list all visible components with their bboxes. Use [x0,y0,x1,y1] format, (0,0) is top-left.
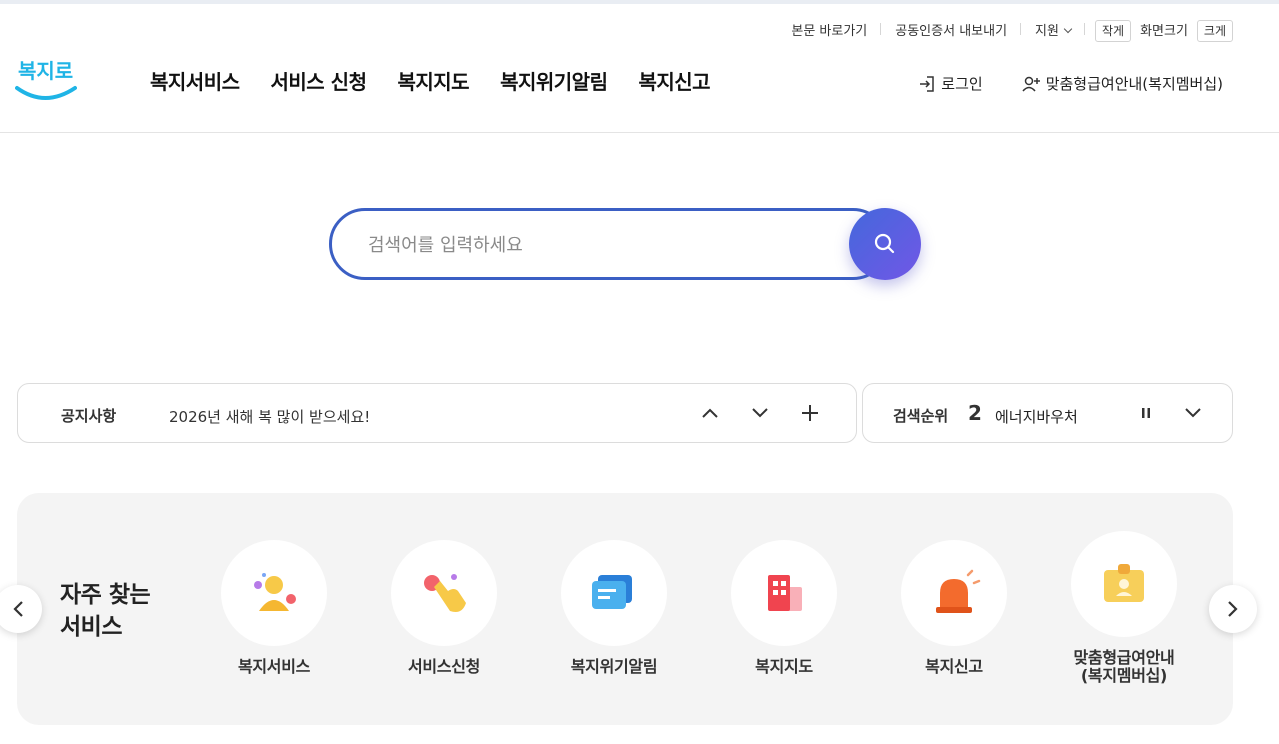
support-dropdown[interactable]: 지원 [1021,20,1085,39]
search-input[interactable] [368,231,828,259]
frequent-services-title: 자주 찾는 서비스 [60,579,151,643]
login-link[interactable]: 로그인 [918,73,983,94]
service-label: 복지서비스 [237,657,311,676]
header-divider [0,132,1279,133]
notice-more-button[interactable] [798,401,822,425]
zoom-large-button[interactable]: 크게 [1196,20,1233,42]
service-item-welfare-map[interactable]: 복지지도 [699,540,869,676]
hand-tap-icon [424,574,466,612]
service-label-multiline: 맞춤형급여안내 (복지멤버십) [1039,649,1209,685]
service-item-welfare-report[interactable]: 복지신고 [869,540,1039,676]
chevron-left-icon [13,601,23,617]
zoom-label: 화면크기 [1140,24,1188,39]
building-icon [768,575,802,611]
skip-to-content-link[interactable]: 본문 바로가기 [777,20,882,39]
pause-icon [1142,408,1150,418]
header-account-links: 로그인 맞춤형급여안내(복지멤버십) [918,73,1223,94]
search-area [329,208,921,280]
service-circle [561,540,667,646]
service-label: 복지신고 [925,657,983,676]
rank-number: 2 [968,401,982,425]
export-cert-link[interactable]: 공동인증서 내보내기 [881,20,1021,39]
chevron-down-icon [1063,24,1073,34]
service-label: 복지위기알림 [570,657,658,676]
service-item-apply[interactable]: 서비스신청 [359,540,529,676]
service-circle [731,540,837,646]
rank-pause-button[interactable] [1134,401,1158,425]
utility-bar: 본문 바로가기 공동인증서 내보내기 지원 작게 화면크기 크게 [777,20,1233,42]
service-item-welfare[interactable]: 복지서비스 [189,540,359,676]
service-circle [901,540,1007,646]
service-label-line1: 맞춤형급여안내 [1073,648,1175,667]
nav-welfare-map[interactable]: 복지지도 [397,66,469,95]
nav-service-apply[interactable]: 서비스 신청 [271,66,367,95]
message-icon [592,575,632,609]
search-box [329,208,889,280]
logo-mark-icon: 복지로 [15,59,77,100]
service-item-membership[interactable]: 맞춤형급여안내 (복지멤버십) [1039,531,1209,685]
id-card-icon [1104,564,1144,602]
frequent-title-line2: 서비스 [60,614,122,640]
support-label: 지원 [1035,24,1059,39]
notice-bar: 공지사항 2026년 새해 복 많이 받으세요! [17,383,857,443]
main-nav: 복지서비스 서비스 신청 복지지도 복지위기알림 복지신고 [150,66,711,95]
login-icon [920,75,935,92]
service-circle [221,540,327,646]
site-logo[interactable]: 복지로 [15,52,77,104]
rank-expand-button[interactable] [1181,401,1205,425]
rank-keyword-link[interactable]: 에너지바우처 [995,406,1078,427]
siren-icon [936,569,981,613]
logo-text: 복지로 [18,59,73,83]
service-label-line2: (복지멤버십) [1080,666,1168,685]
notice-next-button[interactable] [748,401,772,425]
notice-prev-button[interactable] [698,401,722,425]
top-accent-bar [0,0,1279,4]
service-label: 복지지도 [755,657,813,676]
frequent-services-panel: 자주 찾는 서비스 복지서비스 서비스신청 복지위기알림 복지지도 복지신고 맞… [17,493,1233,725]
notice-text-link[interactable]: 2026년 새해 복 많이 받으세요! [169,406,370,427]
membership-label: 맞춤형급여안내(복지멤버십) [1045,75,1223,93]
notice-title: 공지사항 [61,407,117,425]
service-item-crisis-alert[interactable]: 복지위기알림 [529,540,699,676]
frequent-title-line1: 자주 찾는 [60,582,151,608]
service-circle [391,540,497,646]
service-circle [1071,531,1177,637]
nav-crisis-alert[interactable]: 복지위기알림 [500,66,608,95]
chevron-down-icon [1185,408,1201,418]
chevron-up-icon [702,408,718,418]
search-rank-bar: 검색순위 2 에너지바우처 [862,383,1233,443]
rank-title: 검색순위 [893,407,949,425]
zoom-small-button[interactable]: 작게 [1094,20,1132,42]
user-add-icon [1022,76,1040,92]
membership-link[interactable]: 맞춤형급여안내(복지멤버십) [1021,73,1223,94]
search-icon [874,233,895,254]
carousel-next-button[interactable] [1209,585,1257,633]
plus-icon [802,405,818,421]
zoom-controls: 작게 화면크기 크게 [1085,20,1233,42]
chevron-down-icon [752,408,768,418]
nav-welfare-report[interactable]: 복지신고 [638,66,710,95]
service-label: 서비스신청 [407,657,481,676]
chevron-right-icon [1228,601,1238,617]
nav-welfare-service[interactable]: 복지서비스 [150,66,240,95]
search-button[interactable] [849,208,921,280]
login-label: 로그인 [941,75,983,93]
person-icon [254,573,296,611]
